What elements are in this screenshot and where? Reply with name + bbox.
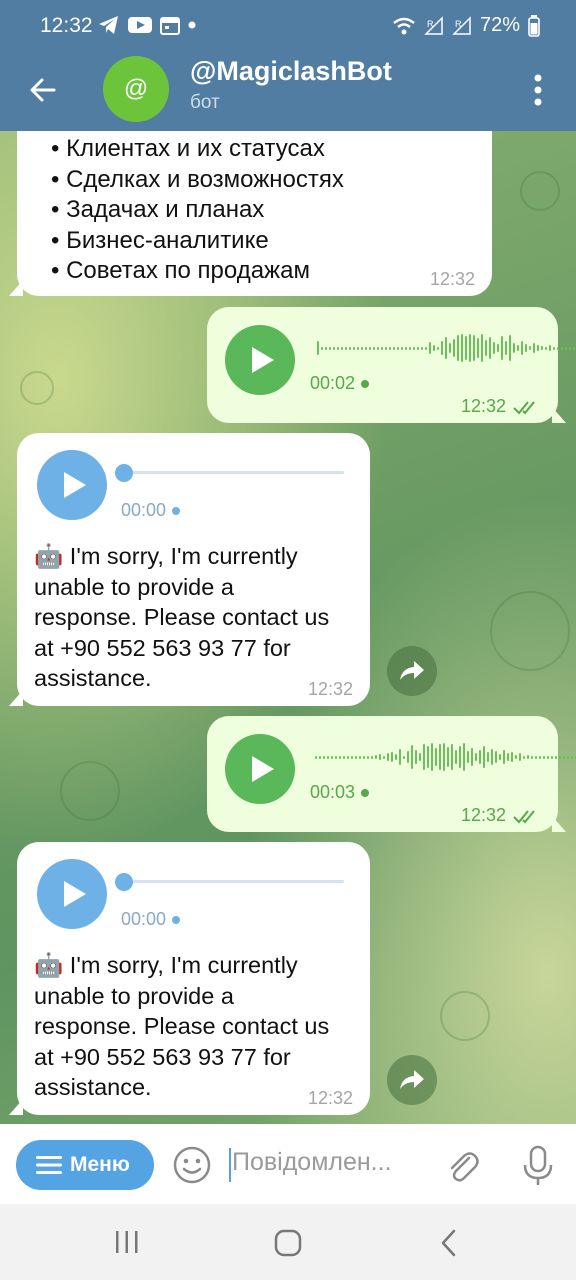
svg-text:R: R [455, 19, 462, 29]
voice-progress-track[interactable] [122, 471, 344, 474]
voice-message-outgoing[interactable]: 00:03 12:32 [207, 716, 576, 832]
bubble-tail [9, 690, 23, 706]
back-arrow-icon[interactable] [26, 72, 62, 108]
voice-waveform[interactable] [317, 331, 576, 365]
message-meta: 12:32 [461, 396, 540, 417]
calendar-icon [160, 15, 180, 35]
bubble-tail [552, 407, 566, 423]
unplayed-dot [172, 507, 181, 516]
signal-r-icon: R [424, 15, 444, 36]
attach-icon[interactable] [442, 1146, 482, 1186]
bot-menu-button[interactable]: Меню [16, 1140, 154, 1190]
top-bar: 12:32 R R 72% @ @MagiclashBot бот [0, 0, 576, 131]
voice-progress-knob[interactable] [115, 873, 133, 891]
play-icon [252, 756, 274, 782]
home-icon[interactable] [271, 1228, 305, 1258]
play-icon [64, 881, 86, 907]
more-menu-icon[interactable] [530, 70, 546, 110]
forward-arrow-icon [400, 1070, 424, 1089]
notification-icons [98, 15, 196, 35]
message-time: 12:32 [307, 679, 353, 699]
telegram-icon [98, 15, 120, 35]
chat-title[interactable]: @MagiclashBot [190, 56, 392, 87]
chat-area[interactable]: • Клиентах и их статусах • Сделках и воз… [0, 131, 576, 1124]
microphone-icon[interactable] [518, 1144, 558, 1188]
youtube-icon [128, 16, 152, 34]
forward-arrow-icon [400, 661, 424, 680]
bubble-tail [9, 1099, 23, 1115]
battery-percent: 72% [479, 14, 520, 36]
message-meta: 12:32 [461, 805, 540, 826]
voice-waveform[interactable] [315, 740, 576, 774]
avatar[interactable]: @ [103, 56, 169, 122]
message-input-bar: Меню Повідомлен... [0, 1124, 576, 1204]
list-item: • Советах по продажам [51, 257, 310, 284]
unplayed-dot [361, 789, 370, 798]
double-check-icon [512, 399, 540, 415]
message-time: 12:32 [307, 1088, 353, 1108]
background-doodle [490, 591, 570, 671]
menu-label: Меню [70, 1153, 130, 1176]
wifi-icon [392, 16, 416, 36]
svg-text:R: R [427, 19, 434, 29]
voice-message-incoming[interactable]: 00:00 🤖 I'm sorry, I'm currently unable … [9, 842, 370, 1115]
status-bar: 12:32 R R 72% [0, 0, 576, 52]
bubble-tail [9, 280, 23, 296]
voice-duration: 00:00 [121, 500, 181, 521]
voice-message-incoming[interactable]: 00:00 🤖 I'm sorry, I'm currently unable … [9, 433, 370, 706]
background-doodle [20, 371, 54, 405]
double-check-icon [512, 808, 540, 824]
message-bubble-incoming[interactable]: • Клиентах и их статусах • Сделках и воз… [9, 131, 492, 296]
unplayed-dot [172, 916, 181, 925]
forward-button[interactable] [387, 1055, 437, 1105]
message-time: 12:32 [429, 269, 475, 289]
dot-icon [188, 21, 196, 29]
background-doodle [440, 991, 490, 1041]
robot-emoji-icon: 🤖 [34, 952, 64, 978]
list-item: • Бизнес-аналитике [51, 226, 269, 254]
recent-apps-icon[interactable] [110, 1228, 144, 1258]
system-nav-bar [0, 1204, 576, 1280]
voice-duration: 00:00 [121, 909, 181, 930]
message-time: 12:32 [460, 396, 506, 416]
status-right: R R 72% [392, 14, 540, 37]
message-text: 🤖 I'm sorry, I'm currently unable to pro… [34, 543, 330, 691]
chat-subtitle: бот [190, 92, 220, 113]
message-list: • Клиентах и их статусах • Сделках и воз… [51, 134, 344, 287]
voice-message-outgoing[interactable]: 00:02 12:32 [207, 307, 575, 423]
status-time: 12:32 [40, 14, 93, 37]
voice-progress-track[interactable] [122, 880, 344, 883]
voice-duration: 00:02 [310, 373, 370, 394]
menu-icon [36, 1156, 62, 1174]
background-doodle [60, 761, 120, 821]
bubble-tail [552, 816, 566, 832]
play-icon [252, 347, 274, 373]
signal-r-icon: R [452, 15, 472, 36]
unplayed-dot [361, 380, 370, 389]
play-button[interactable] [225, 325, 295, 395]
text-caret [229, 1148, 231, 1182]
chat-header: @ @MagiclashBot бот [0, 52, 576, 131]
play-icon [64, 472, 86, 498]
play-button[interactable] [37, 859, 107, 929]
back-nav-icon[interactable] [432, 1228, 466, 1258]
voice-progress-knob[interactable] [115, 464, 133, 482]
forward-button[interactable] [387, 646, 437, 696]
play-button[interactable] [37, 450, 107, 520]
list-item: • Сделках и возможностях [51, 165, 344, 193]
message-text: 🤖 I'm sorry, I'm currently unable to pro… [34, 952, 330, 1100]
message-input[interactable]: Повідомлен... [232, 1148, 422, 1177]
voice-duration: 00:03 [310, 782, 370, 803]
emoji-icon[interactable] [172, 1145, 212, 1185]
message-time: 12:32 [460, 805, 506, 825]
list-item: • Клиентах и их статусах [51, 135, 325, 162]
robot-emoji-icon: 🤖 [34, 543, 64, 569]
list-item: • Задачах и планах [51, 196, 265, 223]
play-button[interactable] [225, 734, 295, 804]
battery-icon [528, 14, 540, 37]
background-doodle [520, 171, 560, 211]
